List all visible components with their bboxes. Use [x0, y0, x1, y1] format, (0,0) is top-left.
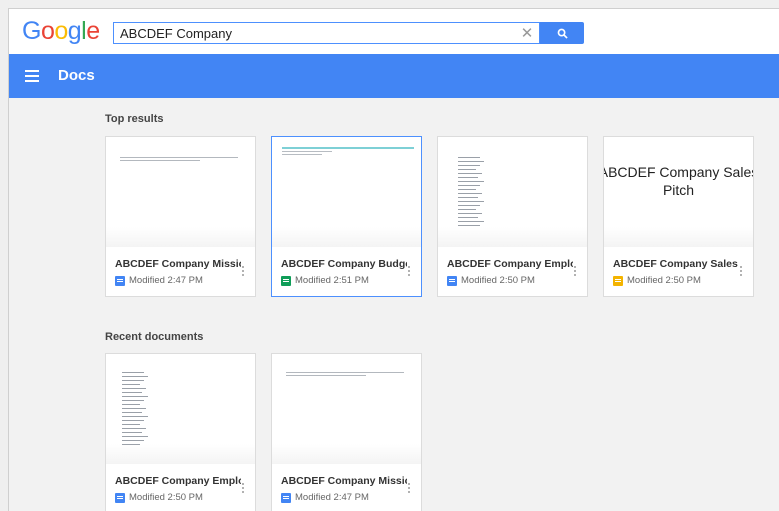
- slide-thumbnail-text: ABCDEF Company Sales Pitch: [604, 164, 753, 198]
- search-button[interactable]: [540, 22, 584, 44]
- docs-icon: [115, 275, 125, 286]
- docs-icon: [281, 492, 291, 503]
- section-title-recent-documents: Recent documents: [105, 331, 204, 343]
- doc-card[interactable]: ABCDEF Company Budge... Modified 2:51 PM: [271, 136, 422, 297]
- doc-thumbnail: [438, 137, 587, 247]
- doc-thumbnail: [106, 354, 255, 464]
- more-options-icon[interactable]: [740, 266, 743, 278]
- doc-thumbnail: [106, 137, 255, 247]
- doc-title: ABCDEF Company Sales ...: [613, 258, 739, 270]
- modified-time: Modified 2:47 PM: [129, 275, 203, 286]
- doc-title: ABCDEF Company Missio...: [115, 258, 241, 270]
- doc-thumbnail: ABCDEF Company Sales Pitch: [604, 137, 753, 247]
- doc-title: ABCDEF Company Budge...: [281, 258, 407, 270]
- docs-icon: [115, 492, 125, 503]
- doc-title: ABCDEF Company Missio...: [281, 475, 407, 487]
- top-bar: Google ✕: [9, 9, 779, 54]
- docs-app-bar: Docs: [9, 54, 779, 98]
- modified-time: Modified 2:50 PM: [461, 275, 535, 286]
- doc-card[interactable]: ABCDEF Company Missio... Modified 2:47 P…: [105, 136, 256, 297]
- google-logo[interactable]: Google: [22, 17, 100, 46]
- section-title-top-results: Top results: [105, 113, 164, 125]
- doc-title: ABCDEF Company Emplo...: [447, 258, 573, 270]
- more-options-icon[interactable]: [574, 266, 577, 278]
- more-options-icon[interactable]: [242, 483, 245, 495]
- doc-thumbnail: [272, 354, 421, 464]
- search-icon: [557, 28, 568, 39]
- more-options-icon[interactable]: [242, 266, 245, 278]
- modified-time: Modified 2:51 PM: [295, 275, 369, 286]
- browser-frame: Google ✕ Docs Top results ABCDEF Company…: [8, 8, 779, 511]
- doc-thumbnail: [272, 137, 421, 247]
- doc-card[interactable]: ABCDEF Company Missio... Modified 2:47 P…: [271, 353, 422, 511]
- app-title: Docs: [58, 67, 95, 84]
- modified-time: Modified 2:47 PM: [295, 492, 369, 503]
- hamburger-menu-icon[interactable]: [25, 70, 39, 82]
- modified-time: Modified 2:50 PM: [627, 275, 701, 286]
- doc-card[interactable]: ABCDEF Company Emplo... Modified 2:50 PM: [437, 136, 588, 297]
- sheets-icon: [281, 275, 291, 286]
- close-icon[interactable]: ✕: [515, 23, 539, 43]
- doc-card[interactable]: ABCDEF Company Sales Pitch ABCDEF Compan…: [603, 136, 754, 297]
- search-input[interactable]: [114, 23, 515, 43]
- modified-time: Modified 2:50 PM: [129, 492, 203, 503]
- doc-card[interactable]: ABCDEF Company Emplo... Modified 2:50 PM: [105, 353, 256, 511]
- more-options-icon[interactable]: [408, 266, 411, 278]
- more-options-icon[interactable]: [408, 483, 411, 495]
- search-box: ✕: [113, 22, 540, 44]
- slides-icon: [613, 275, 623, 286]
- doc-title: ABCDEF Company Emplo...: [115, 475, 241, 487]
- docs-icon: [447, 275, 457, 286]
